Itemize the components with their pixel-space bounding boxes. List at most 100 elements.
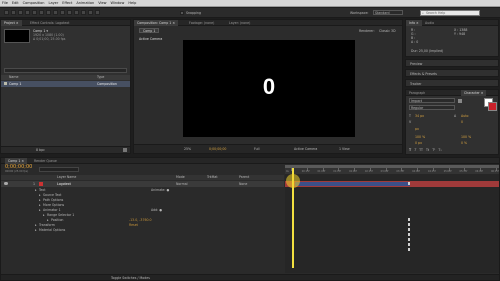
keyframe-marker[interactable] [408, 223, 410, 226]
effects-presets-label[interactable]: Effects & Presets [410, 72, 437, 76]
resolution-select[interactable]: Full [254, 147, 259, 151]
tab-paragraph[interactable]: Paragraph [406, 90, 428, 96]
menu-item[interactable]: Edit [12, 1, 19, 6]
keyframe-marker[interactable] [408, 228, 410, 231]
tracker-panel[interactable]: Tracker [405, 79, 499, 87]
tab-audio[interactable]: Audio [422, 20, 437, 26]
mask-tool-button[interactable] [46, 10, 51, 15]
column-trkmat[interactable]: TrkMat [207, 175, 218, 180]
tab-render-queue[interactable]: Render Queue [31, 158, 60, 164]
composition-canvas[interactable]: 0 [183, 40, 355, 137]
tab-character[interactable]: Character × [461, 90, 487, 96]
eraser-tool-button[interactable] [81, 10, 86, 15]
zoom-tool-button[interactable] [18, 10, 23, 15]
keyframe-marker[interactable] [408, 238, 410, 241]
project-search-input[interactable] [4, 68, 127, 73]
pan-behind-tool-button[interactable] [39, 10, 44, 15]
menu-item[interactable]: Help [128, 1, 136, 6]
toggle-switches-modes[interactable]: Toggle Switches / Modes [111, 276, 150, 280]
effects-presets-panel[interactable]: Effects & Presets [405, 69, 499, 77]
ruler-label: 03:15f [396, 170, 405, 173]
column-parent[interactable]: Parent [239, 175, 249, 180]
layer-mode[interactable]: Normal [176, 181, 188, 187]
keyframe-marker[interactable] [408, 218, 410, 221]
current-time-display[interactable]: 0;00;00;00 [209, 147, 226, 151]
canvas-text-layer[interactable]: 0 [183, 76, 355, 98]
subscript-button[interactable]: T₁ [438, 148, 441, 153]
faux-italic-button[interactable]: T [414, 148, 416, 153]
property-row[interactable]: ▸ Material Options [1, 228, 284, 233]
timeline-graph-area[interactable]: 0s 00:15f 01:00f 01:15f 02:00f 02:15f 03:00f 03… [285, 165, 499, 273]
tab-layer[interactable]: Layer: (none) [226, 20, 253, 26]
zoom-select[interactable]: 25% [184, 147, 191, 151]
menu-item[interactable]: Window [111, 1, 125, 6]
small-caps-button[interactable]: Tt [426, 148, 429, 153]
comp-subtab[interactable]: Comp 1 [139, 28, 160, 33]
vertical-scale-value[interactable]: 100 % [415, 135, 425, 139]
baseline-shift-value[interactable]: 0 px [415, 141, 422, 145]
stroke-width-value[interactable]: px [415, 127, 419, 131]
eye-icon[interactable] [4, 182, 8, 185]
keyframe-marker[interactable] [408, 233, 410, 236]
timeline-search-input[interactable] [39, 167, 79, 172]
tracker-label[interactable]: Tracker [410, 82, 422, 86]
column-name[interactable]: Name [9, 75, 18, 80]
preview-panel[interactable]: Preview [405, 59, 499, 67]
column-mode[interactable]: Mode [176, 175, 185, 180]
camera-tool-button[interactable] [32, 10, 37, 15]
keyframe-marker[interactable] [408, 243, 410, 246]
puppet-tool-button[interactable] [95, 10, 100, 15]
renderer-value[interactable]: Classic 3D [379, 29, 396, 33]
type-tool-button[interactable] [60, 10, 65, 15]
preview-label[interactable]: Preview [410, 62, 422, 66]
search-help-input[interactable]: ⌕ Search Help [420, 10, 480, 16]
layer-parent[interactable]: None [239, 181, 247, 187]
menu-item[interactable]: Animation [76, 1, 94, 6]
column-layer-name[interactable]: Layer Name [57, 175, 76, 180]
tracking-value[interactable]: 0 [461, 120, 463, 124]
keyframe-marker[interactable] [408, 182, 410, 185]
views-select[interactable]: 1 View [339, 147, 350, 151]
layer-row-logotext[interactable]: 1 Logotext Normal None [1, 181, 284, 187]
twirl-arrow-icon[interactable]: ▸ [35, 228, 37, 233]
menu-item[interactable]: Effect [62, 1, 72, 6]
menu-item[interactable]: Composition [23, 1, 45, 6]
tab-composition[interactable]: Composition: Comp 1 × [134, 20, 179, 26]
workspace-select[interactable]: Standard [373, 10, 403, 15]
trash-icon[interactable] [123, 148, 127, 152]
time-ruler[interactable]: 0s 00:15f 01:00f 01:15f 02:00f 02:15f 03:00f 03… [285, 168, 499, 174]
font-size-value[interactable]: 34 px [415, 114, 424, 118]
selection-tool-button[interactable] [4, 10, 9, 15]
menu-item[interactable]: Layer [49, 1, 59, 6]
project-columns-header: Name Type [1, 75, 130, 80]
roto-brush-tool-button[interactable] [88, 10, 93, 15]
superscript-button[interactable]: T¹ [432, 148, 435, 153]
font-style-select[interactable]: Regular [409, 105, 455, 110]
brush-tool-button[interactable] [67, 10, 72, 15]
hand-tool-button[interactable] [11, 10, 16, 15]
tab-footage[interactable]: Footage: (none) [186, 20, 217, 26]
pen-tool-button[interactable] [53, 10, 58, 15]
bpc-label[interactable]: 8 bpc [36, 148, 45, 152]
stroke-color-swatch[interactable] [488, 102, 497, 111]
font-family-select[interactable]: Impact [409, 98, 455, 103]
all-caps-button[interactable]: TT [419, 148, 423, 153]
column-type[interactable]: Type [97, 75, 104, 80]
horizontal-scale-value[interactable]: 100 % [461, 135, 471, 139]
keyframe-marker[interactable] [408, 248, 410, 251]
rotation-tool-button[interactable] [25, 10, 30, 15]
tab-info[interactable]: Info × [406, 20, 422, 26]
tab-project[interactable]: Project × [1, 20, 22, 26]
snapping-checkbox[interactable] [180, 11, 184, 15]
camera-select[interactable]: Active Camera [294, 147, 317, 151]
faux-bold-button[interactable]: T [409, 148, 411, 153]
layer-name[interactable]: Logotext [57, 181, 71, 187]
clone-tool-button[interactable] [74, 10, 79, 15]
tab-effect-controls[interactable]: Effect Controls: Logotext [27, 20, 72, 26]
eyedropper-icon[interactable] [458, 99, 462, 103]
project-row-comp1[interactable]: Comp 1 Composition [1, 81, 130, 87]
menu-item[interactable]: View [98, 1, 106, 6]
menu-item[interactable]: File [2, 1, 8, 6]
leading-value[interactable]: Auto [461, 114, 468, 118]
tsume-value[interactable]: 0 % [461, 141, 467, 145]
